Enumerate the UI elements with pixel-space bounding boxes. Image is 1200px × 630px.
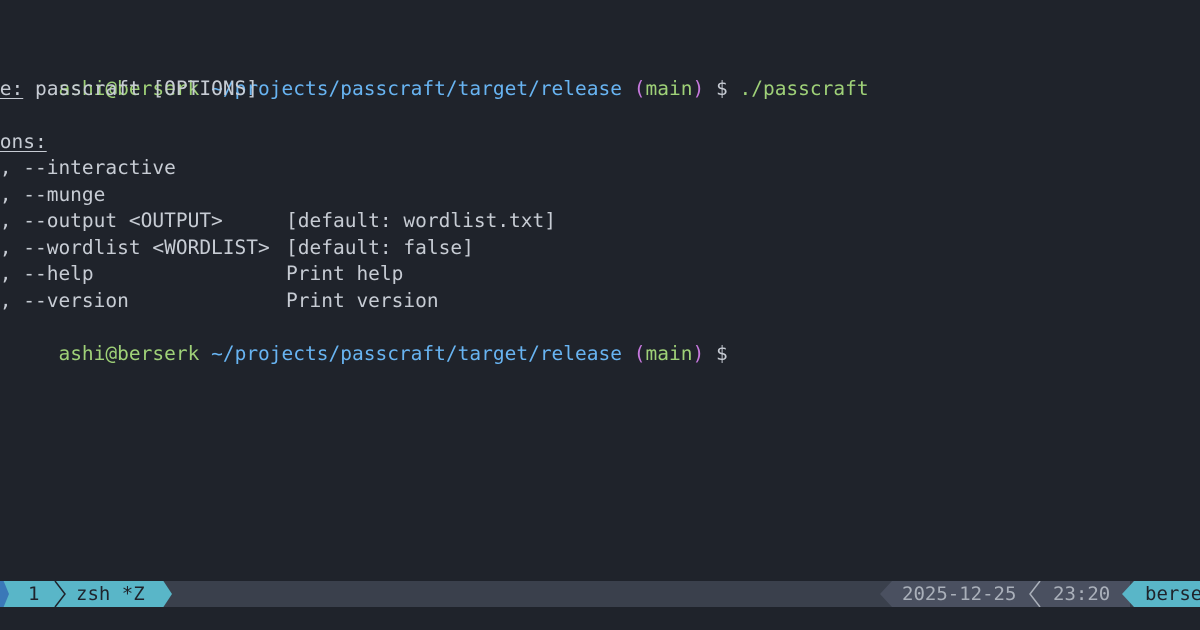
prompt-line-command: ashi@berserk ~/projects/passcraft/target… (0, 49, 1200, 100)
status-date: 2025-12-25 (902, 583, 1017, 605)
prompt-dollar: $ (715, 341, 728, 365)
option-row: i, --interactive (0, 155, 1200, 182)
prompt-path: ~/projects/passcraft/target/release (211, 341, 622, 365)
window-name: zsh *Z (76, 583, 145, 605)
option-desc: Print help (286, 262, 404, 285)
status-host: berse (1145, 583, 1200, 605)
option-desc: [default: false] (286, 235, 474, 259)
option-row: V, --version Print version (0, 288, 1200, 315)
option-flag: m, --munge (0, 182, 106, 206)
terminal-window[interactable]: ashi@berserk ~/projects/passcraft/target… (0, 0, 1200, 630)
option-flag: o, --output <OUTPUT> (0, 209, 223, 232)
options-header-line: ions: (0, 129, 1200, 156)
usage-line: ge: passcraft [OPTIONS] (0, 76, 1200, 103)
option-desc: [default: wordlist.txt] (286, 209, 557, 232)
prompt-branch: main (645, 341, 693, 365)
status-time: 23:20 (1053, 583, 1111, 605)
option-desc: Print version (286, 288, 439, 312)
option-row: h, --help Print help (0, 261, 1200, 288)
prompt-user-host: ashi@berserk (58, 341, 200, 365)
window-index: 1 (28, 583, 40, 605)
tmux-status-bar: 1 zsh *Z 2025-12-25 23:20 berse (0, 581, 1200, 607)
chevron-left-icon (1029, 581, 1041, 607)
option-flag: h, --help (0, 262, 94, 285)
usage-label: ge: (0, 76, 24, 100)
prompt-paren-open: ( (633, 341, 646, 365)
option-flag: i, --interactive (0, 156, 176, 179)
prompt-paren-close: ) (692, 341, 705, 365)
usage-text: passcraft [OPTIONS] (23, 76, 259, 100)
terminal-output[interactable]: ashi@berserk ~/projects/passcraft/target… (0, 49, 1200, 569)
option-flag: w, --wordlist <WORDLIST> (0, 235, 270, 259)
option-row: o, --output <OUTPUT> [default: wordlist.t… (0, 208, 1200, 235)
chevron-right-icon (54, 581, 66, 607)
prompt-line-current[interactable]: ashi@berserk ~/projects/passcraft/target… (0, 314, 1200, 365)
option-flag: V, --version (0, 288, 129, 312)
option-row: w, --wordlist <WORDLIST> [default: false] (0, 235, 1200, 262)
option-row: m, --munge (0, 182, 1200, 209)
options-header: ions: (0, 129, 47, 153)
